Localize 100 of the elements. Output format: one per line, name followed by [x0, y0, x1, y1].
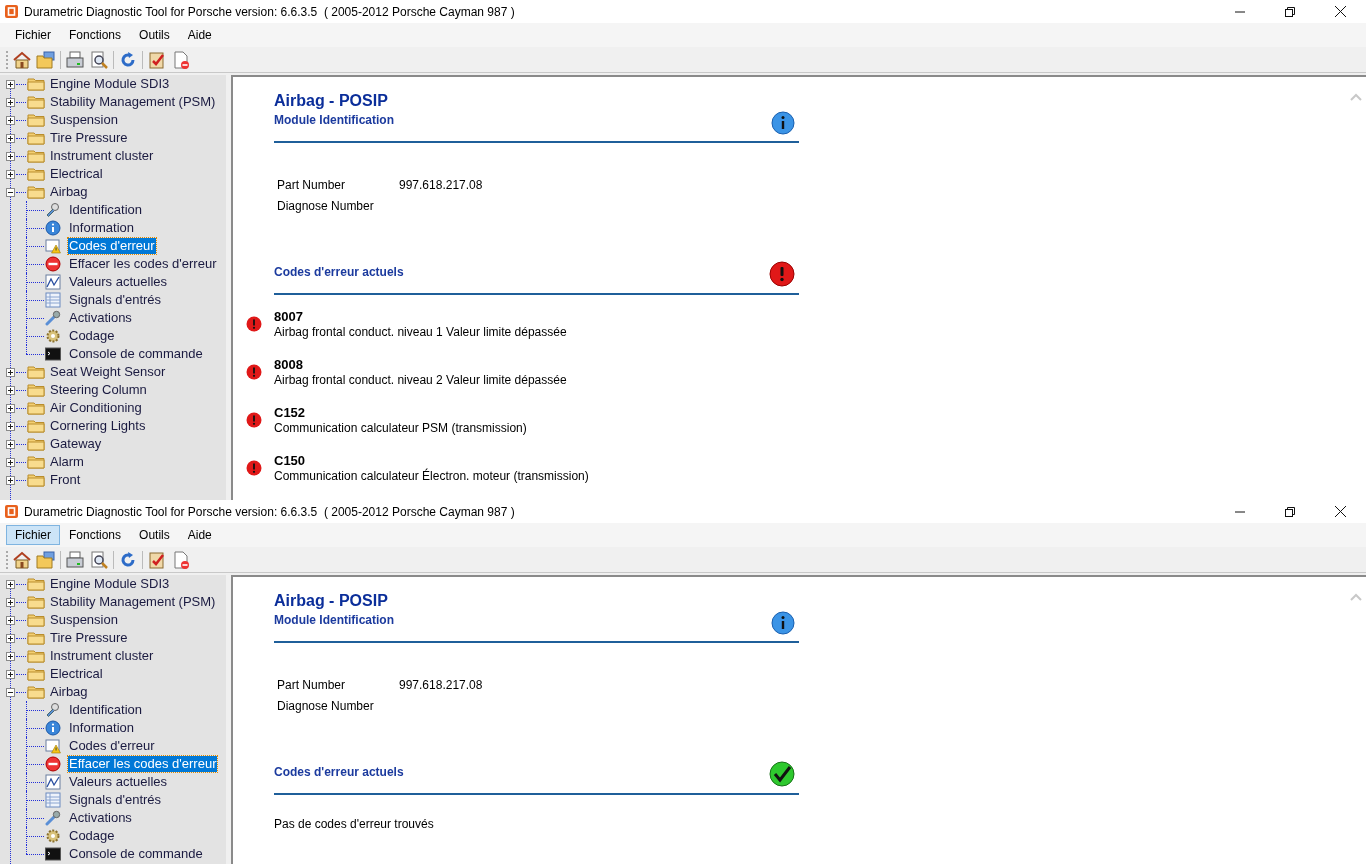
restore-icon[interactable]	[1285, 506, 1295, 517]
tree-item[interactable]: Effacer les codes d'erreur	[68, 256, 218, 272]
tree-item[interactable]: Codage	[68, 828, 116, 844]
expand-icon[interactable]	[6, 421, 15, 431]
expand-icon[interactable]	[6, 651, 15, 661]
menu-item[interactable]: Fonctions	[60, 525, 131, 545]
tree-item[interactable]: Activations	[68, 810, 133, 826]
window-warning-icon	[45, 238, 61, 254]
expand-icon[interactable]	[6, 133, 15, 143]
clipboard-check-icon[interactable]	[147, 49, 167, 70]
tree-item[interactable]: Codes d'erreur	[68, 238, 156, 254]
expand-icon[interactable]	[6, 367, 15, 377]
tree-item[interactable]: Tire Pressure	[49, 130, 129, 146]
printer-icon[interactable]	[65, 49, 85, 70]
tree-item[interactable]: Activations	[68, 310, 133, 326]
tree-item[interactable]: Identification	[68, 702, 143, 718]
wrench-icon	[45, 810, 61, 826]
document-delete-icon[interactable]	[171, 49, 191, 70]
expand-icon[interactable]	[6, 633, 15, 643]
expand-icon[interactable]	[6, 597, 15, 607]
folder-icon	[27, 631, 45, 645]
tree-item[interactable]: Stability Management (PSM)	[49, 94, 217, 110]
fault-code: 8008	[274, 356, 304, 373]
close-icon[interactable]	[1335, 506, 1346, 517]
tree-item[interactable]: Electrical	[49, 166, 104, 182]
tree-item[interactable]: Seat Weight Sensor	[49, 364, 167, 380]
tree-item[interactable]: Signals d'entrés	[68, 792, 163, 808]
collapse-icon[interactable]	[6, 687, 15, 697]
expand-icon[interactable]	[6, 385, 15, 395]
menu-item[interactable]: Fonctions	[60, 25, 131, 45]
menu-item[interactable]: Aide	[178, 25, 221, 45]
tree-item[interactable]: Valeurs actuelles	[68, 274, 169, 290]
expand-icon[interactable]	[6, 579, 15, 589]
folder-icon	[27, 95, 45, 109]
close-icon[interactable]	[1335, 6, 1346, 17]
tree-item[interactable]: Console de commande	[68, 846, 204, 862]
tree-item[interactable]: Instrument cluster	[49, 148, 155, 164]
tree-item[interactable]: Information	[68, 220, 136, 236]
tree-item[interactable]: Valeurs actuelles	[68, 774, 169, 790]
section-heading: Codes d'erreur actuels	[274, 764, 404, 781]
tree-item[interactable]: Tire Pressure	[49, 630, 129, 646]
tree-item[interactable]: Airbag	[49, 684, 89, 700]
expand-icon[interactable]	[6, 151, 15, 161]
menu-item[interactable]: Fichier	[6, 25, 60, 45]
expand-icon[interactable]	[6, 669, 15, 679]
expand-icon[interactable]	[6, 439, 15, 449]
tree-item[interactable]: Engine Module SDI3	[49, 576, 171, 592]
gear-icon	[45, 828, 61, 844]
expand-icon[interactable]	[6, 475, 15, 485]
menu-item[interactable]: Outils	[130, 525, 179, 545]
fault-description: Communication calculateur Électron. moteur (transmission)	[274, 469, 589, 484]
field-label: Diagnose Number	[277, 698, 375, 715]
tree-item[interactable]: Codes d'erreur	[68, 738, 156, 754]
restore-icon[interactable]	[1285, 6, 1295, 17]
tree-item[interactable]: Console de commande	[68, 346, 204, 362]
window-title: Durametric Diagnostic Tool for Porsche version: 6.6.3.5 ( 2005-2012 Porsche Cayman 987 )	[24, 503, 515, 521]
info-icon	[45, 220, 61, 236]
tree-item[interactable]: Signals d'entrés	[68, 292, 163, 308]
tree-item[interactable]: Gateway	[49, 436, 103, 452]
expand-icon[interactable]	[6, 97, 15, 107]
tree-item[interactable]: Effacer les codes d'erreur	[68, 756, 218, 772]
home-icon[interactable]	[12, 49, 32, 70]
tree-item[interactable]: Front	[49, 472, 82, 488]
tree-item[interactable]: Instrument cluster	[49, 648, 155, 664]
menu-item[interactable]: Fichier	[6, 525, 60, 545]
tree-item[interactable]: Steering Column	[49, 382, 148, 398]
table-icon	[45, 792, 61, 808]
tree-item[interactable]: Airbag	[49, 184, 89, 200]
tree-item[interactable]: Alarm	[49, 454, 85, 470]
open-folder-icon[interactable]	[36, 49, 56, 70]
tree-item[interactable]: Codage	[68, 328, 116, 344]
document-delete-icon[interactable]	[171, 549, 191, 570]
field-value: 997.618.217.08	[399, 677, 484, 694]
tree-item[interactable]: Engine Module SDI3	[49, 76, 171, 92]
tree-item[interactable]: Identification	[68, 202, 143, 218]
menu-item[interactable]: Aide	[178, 525, 221, 545]
expand-icon[interactable]	[6, 457, 15, 467]
app-logo-icon	[5, 5, 18, 18]
tree-item[interactable]: Suspension	[49, 612, 119, 628]
home-icon[interactable]	[12, 549, 32, 570]
expand-icon[interactable]	[6, 79, 15, 89]
expand-icon[interactable]	[6, 169, 15, 179]
tree-item[interactable]: Air Conditioning	[49, 400, 143, 416]
tree-item[interactable]: Stability Management (PSM)	[49, 594, 217, 610]
printer-icon[interactable]	[65, 549, 85, 570]
menu-item[interactable]: Outils	[130, 25, 179, 45]
clipboard-check-icon[interactable]	[147, 549, 167, 570]
collapse-icon[interactable]	[6, 187, 15, 197]
tree-item[interactable]: Cornering Lights	[49, 418, 147, 434]
folder-icon	[27, 77, 45, 91]
expand-icon[interactable]	[6, 403, 15, 413]
open-folder-icon[interactable]	[36, 549, 56, 570]
info-icon	[45, 720, 61, 736]
tree-item[interactable]: Suspension	[49, 112, 119, 128]
expand-icon[interactable]	[6, 115, 15, 125]
tree-item[interactable]: Electrical	[49, 666, 104, 682]
print-preview-icon[interactable]	[89, 49, 109, 70]
tree-item[interactable]: Information	[68, 720, 136, 736]
print-preview-icon[interactable]	[89, 549, 109, 570]
expand-icon[interactable]	[6, 615, 15, 625]
